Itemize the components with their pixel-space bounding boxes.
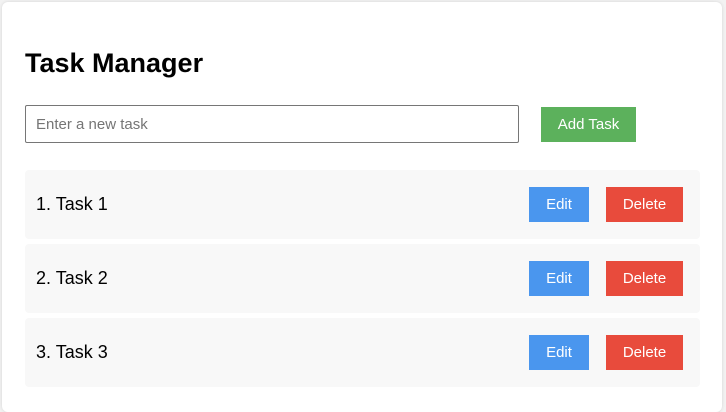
delete-task-button[interactable]: Delete [606, 187, 683, 222]
task-row: 2. Task 2 Edit Delete [25, 244, 700, 313]
task-label: 2. Task 2 [36, 268, 108, 288]
add-task-button[interactable]: Add Task [541, 107, 636, 142]
delete-task-button[interactable]: Delete [606, 261, 683, 296]
edit-task-button[interactable]: Edit [529, 261, 589, 296]
delete-task-button[interactable]: Delete [606, 335, 683, 370]
task-label: 1. Task 1 [36, 194, 108, 214]
new-task-input[interactable] [25, 105, 519, 143]
task-row: 3. Task 3 Edit Delete [25, 318, 700, 387]
task-row: 1. Task 1 Edit Delete [25, 170, 700, 239]
edit-task-button[interactable]: Edit [529, 187, 589, 222]
page-title: Task Manager [25, 48, 204, 78]
task-label: 3. Task 3 [36, 342, 108, 362]
task-list: 1. Task 1 Edit Delete 2. Task 2 Edit Del… [25, 170, 700, 392]
task-manager-card: Task Manager Add Task 1. Task 1 Edit Del… [2, 2, 722, 412]
edit-task-button[interactable]: Edit [529, 335, 589, 370]
